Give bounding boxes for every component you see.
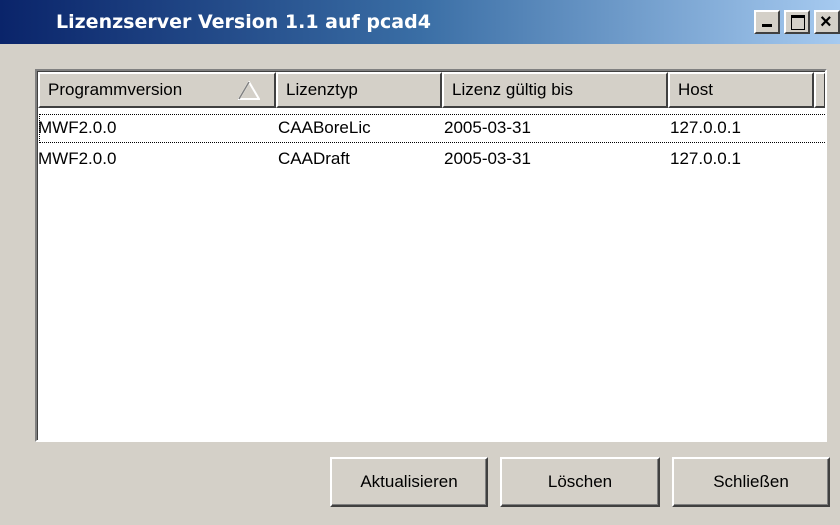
list-header: Programmversion Lizenztyp Lizenz gültig … (38, 72, 825, 108)
table-row[interactable]: MWF2.0.0 CAABoreLic 2005-03-31 127.0.0.1 (38, 113, 825, 144)
maximize-button[interactable] (784, 10, 810, 34)
column-header-label: Lizenztyp (286, 80, 358, 99)
maximize-icon (791, 15, 805, 30)
minimize-icon (762, 24, 772, 27)
cell-gueltig-bis: 2005-03-31 (444, 118, 531, 137)
cell-lizenztyp: CAABoreLic (278, 118, 371, 137)
delete-button[interactable]: Löschen (500, 457, 660, 507)
column-header-label: Lizenz gültig bis (452, 80, 573, 99)
column-header-host[interactable]: Host (668, 72, 814, 108)
table-row[interactable]: MWF2.0.0 CAADraft 2005-03-31 127.0.0.1 (38, 144, 825, 175)
refresh-button[interactable]: Aktualisieren (330, 457, 488, 507)
license-list[interactable]: Programmversion Lizenztyp Lizenz gültig … (35, 69, 827, 442)
column-header-label: Programmversion (48, 80, 183, 99)
cell-host: 127.0.0.1 (670, 118, 741, 137)
title-bar[interactable]: Lizenzserver Version 1.1 auf pcad4 × (0, 0, 840, 44)
cell-lizenztyp: CAADraft (278, 149, 350, 168)
list-rows: MWF2.0.0 CAABoreLic 2005-03-31 127.0.0.1… (38, 113, 825, 175)
close-button[interactable]: × (814, 10, 840, 34)
column-header-programmversion[interactable]: Programmversion (38, 72, 276, 108)
column-header-gueltig-bis[interactable]: Lizenz gültig bis (442, 72, 668, 108)
minimize-button[interactable] (754, 10, 780, 34)
cell-host: 127.0.0.1 (670, 149, 741, 168)
close-icon: × (820, 11, 832, 33)
window-controls: × (750, 10, 840, 34)
column-header-label: Host (678, 80, 713, 99)
column-header-lizenztyp[interactable]: Lizenztyp (276, 72, 442, 108)
close-dialog-button[interactable]: Schließen (672, 457, 830, 507)
cell-programmversion: MWF2.0.0 (38, 118, 117, 137)
sort-ascending-icon (238, 81, 260, 100)
window-title: Lizenzserver Version 1.1 auf pcad4 (56, 11, 431, 33)
cell-gueltig-bis: 2005-03-31 (444, 149, 531, 168)
cell-programmversion: MWF2.0.0 (38, 149, 117, 168)
column-header-filler (814, 72, 825, 108)
